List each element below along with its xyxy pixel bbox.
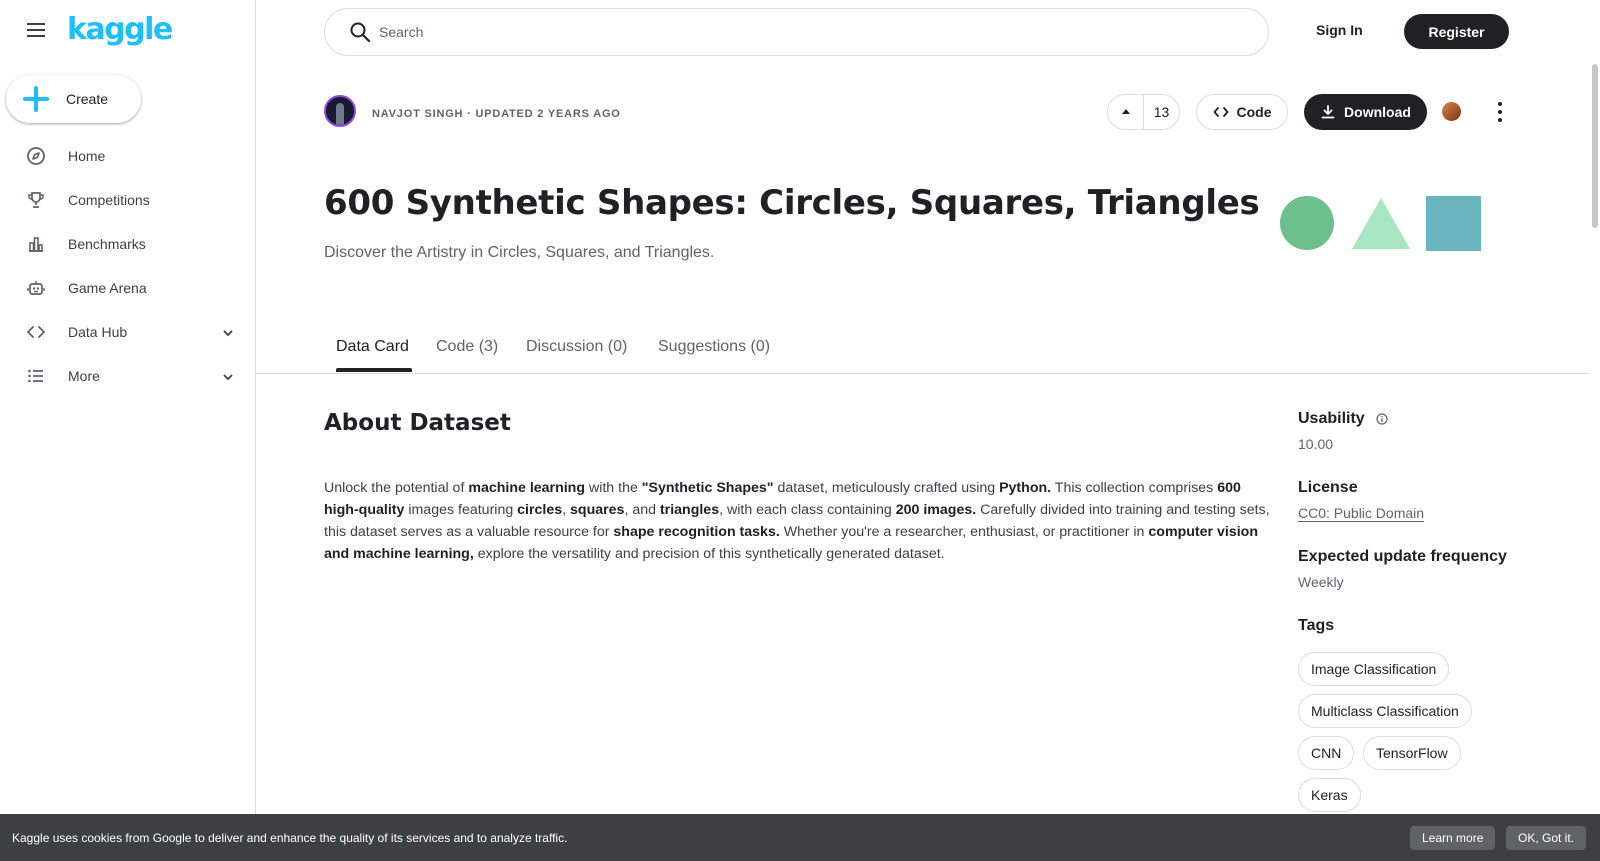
code-brackets-icon (26, 322, 46, 342)
page-subtitle: Discover the Artistry in Circles, Square… (324, 244, 715, 261)
avatar[interactable] (324, 95, 356, 127)
tab-discussion[interactable]: Discussion (0) (526, 338, 627, 356)
description-emphasis: 200 images. (895, 502, 977, 518)
tab-data-card[interactable]: Data Card (336, 338, 409, 356)
sidebar-item-label: Home (68, 148, 106, 164)
sign-in-link[interactable]: Sign In (1316, 22, 1363, 38)
license-link[interactable]: CC0: Public Domain (1298, 505, 1425, 522)
dataset-description: Unlock the potential of machine learning… (324, 477, 1274, 565)
chevron-down-icon[interactable] (222, 326, 234, 344)
download-icon (1321, 105, 1335, 119)
description-text: dataset, meticulously crafted using (773, 480, 1000, 496)
sidebar-item-label: Game Arena (68, 280, 147, 296)
triangle-shape (1352, 198, 1410, 249)
description-emphasis: machine learning (468, 480, 586, 496)
search-bar[interactable] (324, 8, 1269, 56)
scrollbar-thumb[interactable] (1592, 64, 1598, 228)
sidebar-item-competitions[interactable]: Competitions (0, 178, 256, 222)
compass-icon (26, 146, 46, 166)
caret-up-icon (1121, 109, 1130, 114)
description-emphasis: Python. (999, 480, 1052, 496)
upvote-control: 13 (1107, 94, 1180, 130)
description-text: explore the versatility and precision of… (473, 546, 945, 562)
trophy-icon (26, 190, 46, 210)
active-tab-indicator (336, 368, 412, 372)
dataset-byline: NAVJOT SINGH · UPDATED 2 YEARS AGO (372, 108, 621, 120)
circle-shape (1280, 196, 1334, 250)
upvote-count: 13 (1153, 104, 1170, 120)
sidebar-item-label: Data Hub (68, 324, 128, 340)
description-emphasis: circles (517, 502, 563, 518)
sidebar: kaggle Create Home Competitions Benchmar… (0, 0, 256, 861)
tag-chip[interactable]: CNN (1298, 736, 1355, 770)
description-text: images featuring (404, 502, 518, 518)
create-label: Create (66, 91, 109, 107)
tag-chip[interactable]: Keras (1298, 778, 1361, 812)
cookie-text: Kaggle uses cookies from Google to deliv… (12, 830, 568, 845)
usability-value: 10.00 (1298, 436, 1334, 452)
download-button-label: Download (1344, 104, 1411, 120)
description-text: with the (585, 480, 642, 496)
tags-label: Tags (1298, 617, 1335, 634)
square-shape (1426, 196, 1481, 251)
more-options-icon[interactable] (1494, 102, 1506, 122)
usability-label: Usability (1298, 410, 1365, 427)
search-icon (349, 21, 371, 43)
tag-chip[interactable]: Image Classification (1298, 652, 1450, 686)
update-frequency-value: Weekly (1298, 574, 1344, 590)
update-frequency-label: Expected update frequency (1298, 548, 1507, 565)
menu-icon[interactable] (24, 18, 48, 42)
upvote-button[interactable] (1108, 95, 1144, 129)
page-scrollbar[interactable] (1589, 0, 1600, 814)
description-emphasis: shape recognition tasks. (613, 524, 780, 540)
tag-chip[interactable]: Multiclass Classification (1298, 694, 1472, 728)
code-button[interactable]: Code (1196, 94, 1288, 130)
plus-icon (23, 86, 49, 112)
sidebar-item-label: More (68, 368, 100, 384)
sidebar-item-more[interactable]: More (0, 354, 256, 398)
dataset-thumbnail (1280, 196, 1481, 251)
bar-chart-icon (26, 234, 46, 254)
code-brackets-icon (1213, 107, 1228, 117)
accept-cookies-button[interactable]: OK, Got it. (1506, 826, 1587, 850)
description-text: , with each class containing (719, 502, 896, 518)
kaggle-logo[interactable]: kaggle (67, 12, 173, 47)
info-icon[interactable] (1376, 412, 1388, 425)
sidebar-nav: Home Competitions Benchmarks Game Arena … (0, 134, 256, 398)
description-text: Unlock the potential of (324, 480, 469, 496)
description-text: Whether you're a researcher, enthusiast,… (779, 524, 1149, 540)
description-text: , (562, 502, 571, 518)
tab-suggestions[interactable]: Suggestions (0) (658, 338, 770, 356)
code-button-label: Code (1236, 104, 1272, 120)
register-button[interactable]: Register (1404, 14, 1509, 49)
robot-icon (26, 278, 46, 298)
sidebar-item-game-arena[interactable]: Game Arena (0, 266, 256, 310)
download-button[interactable]: Download (1304, 94, 1427, 130)
tab-code[interactable]: Code (3) (436, 338, 498, 356)
cookie-banner: Kaggle uses cookies from Google to deliv… (0, 814, 1600, 861)
chevron-down-icon[interactable] (222, 370, 234, 388)
sidebar-item-label: Competitions (68, 192, 150, 208)
sidebar-item-label: Benchmarks (68, 236, 146, 252)
learn-more-button[interactable]: Learn more (1410, 826, 1496, 850)
license-label: License (1298, 479, 1358, 496)
description-text: This collection comprises (1051, 480, 1218, 496)
about-heading: About Dataset (324, 410, 511, 436)
create-button[interactable]: Create (6, 75, 141, 123)
description-emphasis: "Synthetic Shapes" (641, 480, 774, 496)
search-input[interactable] (379, 24, 1199, 40)
tag-chip[interactable]: TensorFlow (1363, 736, 1461, 770)
description-text: , and (624, 502, 660, 518)
page-title: 600 Synthetic Shapes: Circles, Squares, … (324, 183, 1260, 223)
sidebar-item-benchmarks[interactable]: Benchmarks (0, 222, 256, 266)
description-emphasis: triangles (659, 502, 720, 518)
sidebar-item-data-hub[interactable]: Data Hub (0, 310, 256, 354)
description-emphasis: squares (570, 502, 625, 518)
sidebar-item-home[interactable]: Home (0, 134, 256, 178)
list-icon (26, 366, 46, 386)
dataset-tabs: Data Card Code (3) Discussion (0) Sugges… (256, 330, 1589, 374)
medal-icon[interactable] (1442, 102, 1461, 121)
